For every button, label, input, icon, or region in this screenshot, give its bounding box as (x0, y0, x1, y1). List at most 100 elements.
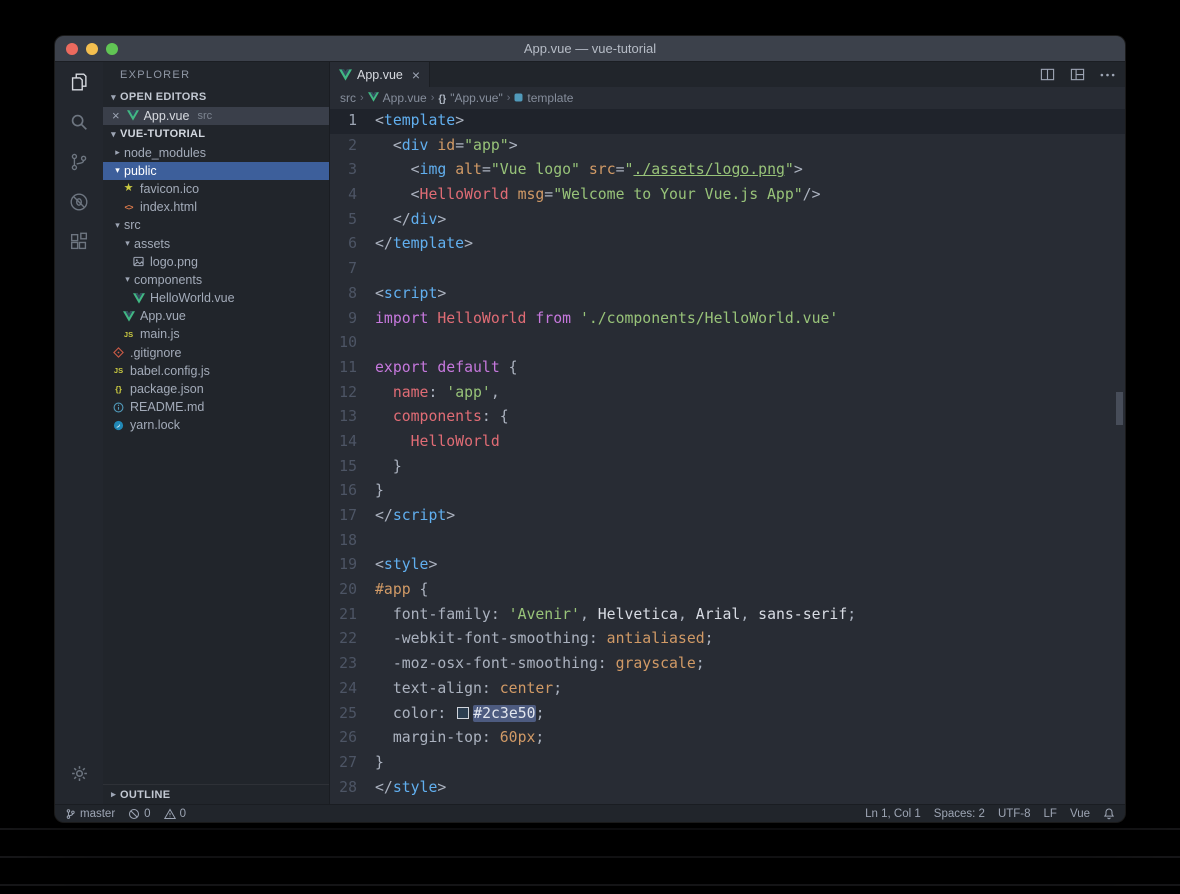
close-icon[interactable]: × (112, 109, 120, 122)
code-line-26[interactable]: 26 margin-top: 60px; (330, 726, 1125, 751)
line-number[interactable]: 16 (330, 479, 375, 504)
toggle-layout-icon[interactable] (1070, 67, 1085, 82)
line-number[interactable]: 11 (330, 356, 375, 381)
tree-item-public[interactable]: ▾ public (103, 161, 329, 180)
code-line-25[interactable]: 25 color: #2c3e50; (330, 702, 1125, 727)
tab-app-vue[interactable]: App.vue × (330, 62, 431, 87)
breadcrumb-template[interactable]: template (514, 91, 573, 105)
line-number[interactable]: 6 (330, 232, 375, 257)
outline-header[interactable]: ▸ OUTLINE (103, 784, 329, 804)
code-line-15[interactable]: 15 } (330, 455, 1125, 480)
line-number[interactable]: 20 (330, 578, 375, 603)
tree-item-main.js[interactable]: JS main.js (103, 325, 329, 343)
line-number[interactable]: 13 (330, 405, 375, 430)
project-header[interactable]: ▾ VUE-TUTORIAL (103, 125, 329, 144)
tree-item-package.json[interactable]: {} package.json (103, 380, 329, 398)
line-number[interactable]: 25 (330, 702, 375, 727)
line-number[interactable]: 1 (330, 109, 375, 134)
code-line-10[interactable]: 10 (330, 331, 1125, 356)
line-number[interactable]: 24 (330, 677, 375, 702)
line-number[interactable]: 17 (330, 504, 375, 529)
zoom-window-button[interactable] (106, 42, 118, 55)
tree-item-components[interactable]: ▾ components (103, 271, 329, 289)
status-errors[interactable]: 0 (128, 808, 151, 820)
code-line-13[interactable]: 13 components: { (330, 405, 1125, 430)
tree-item-src[interactable]: ▾ src (103, 216, 329, 234)
code-line-28[interactable]: 28 </style> (330, 776, 1125, 801)
status-indentation[interactable]: Spaces: 2 (934, 808, 985, 820)
line-number[interactable]: 18 (330, 529, 375, 554)
code-line-5[interactable]: 5 </div> (330, 208, 1125, 233)
line-number[interactable]: 7 (330, 257, 375, 282)
minimize-window-button[interactable] (86, 42, 98, 55)
breadcrumb-app.vue[interactable]: {} "App.vue" (438, 91, 502, 105)
breadcrumb-src[interactable]: src (340, 91, 356, 105)
line-number[interactable]: 5 (330, 208, 375, 233)
line-number[interactable]: 21 (330, 603, 375, 628)
tree-item-yarn.lock[interactable]: yarn.lock (103, 416, 329, 434)
tree-item-README.md[interactable]: README.md (103, 398, 329, 416)
line-number[interactable]: 23 (330, 652, 375, 677)
tree-item-App.vue[interactable]: App.vue (103, 307, 329, 325)
close-window-button[interactable] (66, 42, 78, 55)
breadcrumb-app.vue[interactable]: App.vue (367, 91, 427, 105)
status-branch[interactable]: master (65, 808, 115, 820)
code-line-6[interactable]: 6 </template> (330, 232, 1125, 257)
activity-extensions[interactable] (55, 224, 103, 264)
line-number[interactable]: 27 (330, 751, 375, 776)
tree-item-favicon.ico[interactable]: ★ favicon.ico (103, 180, 329, 198)
code-line-27[interactable]: 27} (330, 751, 1125, 776)
tree-item-.gitignore[interactable]: .gitignore (103, 344, 329, 362)
line-number[interactable]: 4 (330, 183, 375, 208)
tree-item-logo.png[interactable]: logo.png (103, 253, 329, 271)
code-line-24[interactable]: 24 text-align: center; (330, 677, 1125, 702)
line-number[interactable]: 15 (330, 455, 375, 480)
open-editors-header[interactable]: ▾ OPEN EDITORS (103, 88, 329, 107)
line-number[interactable]: 9 (330, 307, 375, 332)
code-line-21[interactable]: 21 font-family: 'Avenir', Helvetica, Ari… (330, 603, 1125, 628)
code-line-14[interactable]: 14 HelloWorld (330, 430, 1125, 455)
activity-debug[interactable] (55, 184, 103, 224)
code-line-4[interactable]: 4 <HelloWorld msg="Welcome to Your Vue.j… (330, 183, 1125, 208)
code-line-1[interactable]: 1 <template> (330, 109, 1125, 134)
code-line-2[interactable]: 2 <div id="app"> (330, 134, 1125, 159)
code-line-20[interactable]: 20 #app { (330, 578, 1125, 603)
tree-item-index.html[interactable]: <> index.html (103, 198, 329, 216)
status-warnings[interactable]: 0 (163, 808, 186, 820)
tree-item-babel.config.js[interactable]: JS babel.config.js (103, 362, 329, 380)
status-eol[interactable]: LF (1044, 808, 1057, 820)
code-line-11[interactable]: 11 export default { (330, 356, 1125, 381)
code-line-3[interactable]: 3 <img alt="Vue logo" src="./assets/logo… (330, 158, 1125, 183)
code-line-18[interactable]: 18 (330, 529, 1125, 554)
scrollbar-thumb[interactable] (1116, 392, 1123, 425)
line-number[interactable]: 28 (330, 776, 375, 801)
code-line-7[interactable]: 7 (330, 257, 1125, 282)
line-number[interactable]: 2 (330, 134, 375, 159)
status-cursor-position[interactable]: Ln 1, Col 1 (865, 808, 921, 820)
color-swatch[interactable] (457, 706, 470, 719)
status-language-mode[interactable]: Vue (1070, 808, 1090, 820)
tree-item-assets[interactable]: ▾ assets (103, 234, 329, 252)
activity-explorer[interactable] (55, 64, 103, 104)
code-line-9[interactable]: 9 import HelloWorld from './components/He… (330, 307, 1125, 332)
line-number[interactable]: 12 (330, 381, 375, 406)
line-number[interactable]: 19 (330, 553, 375, 578)
code-line-22[interactable]: 22 -webkit-font-smoothing: antialiased; (330, 627, 1125, 652)
open-editor-item[interactable]: × App.vue src (103, 106, 329, 125)
code-line-17[interactable]: 17 </script> (330, 504, 1125, 529)
tree-item-HelloWorld.vue[interactable]: HelloWorld.vue (103, 289, 329, 307)
code-line-16[interactable]: 16} (330, 479, 1125, 504)
activity-search[interactable] (55, 104, 103, 144)
line-number[interactable]: 22 (330, 627, 375, 652)
code-line-8[interactable]: 8 <script> (330, 282, 1125, 307)
close-icon[interactable]: × (412, 68, 420, 82)
line-number[interactable]: 8 (330, 282, 375, 307)
code-line-12[interactable]: 12 name: 'app', (330, 381, 1125, 406)
line-number[interactable]: 10 (330, 331, 375, 356)
split-editor-icon[interactable] (1040, 67, 1055, 82)
status-encoding[interactable]: UTF-8 (998, 808, 1031, 820)
activity-source-control[interactable] (55, 144, 103, 184)
code-line-19[interactable]: 19 <style> (330, 553, 1125, 578)
tree-item-node_modules[interactable]: ▸ node_modules (103, 144, 329, 162)
line-number[interactable]: 3 (330, 158, 375, 183)
